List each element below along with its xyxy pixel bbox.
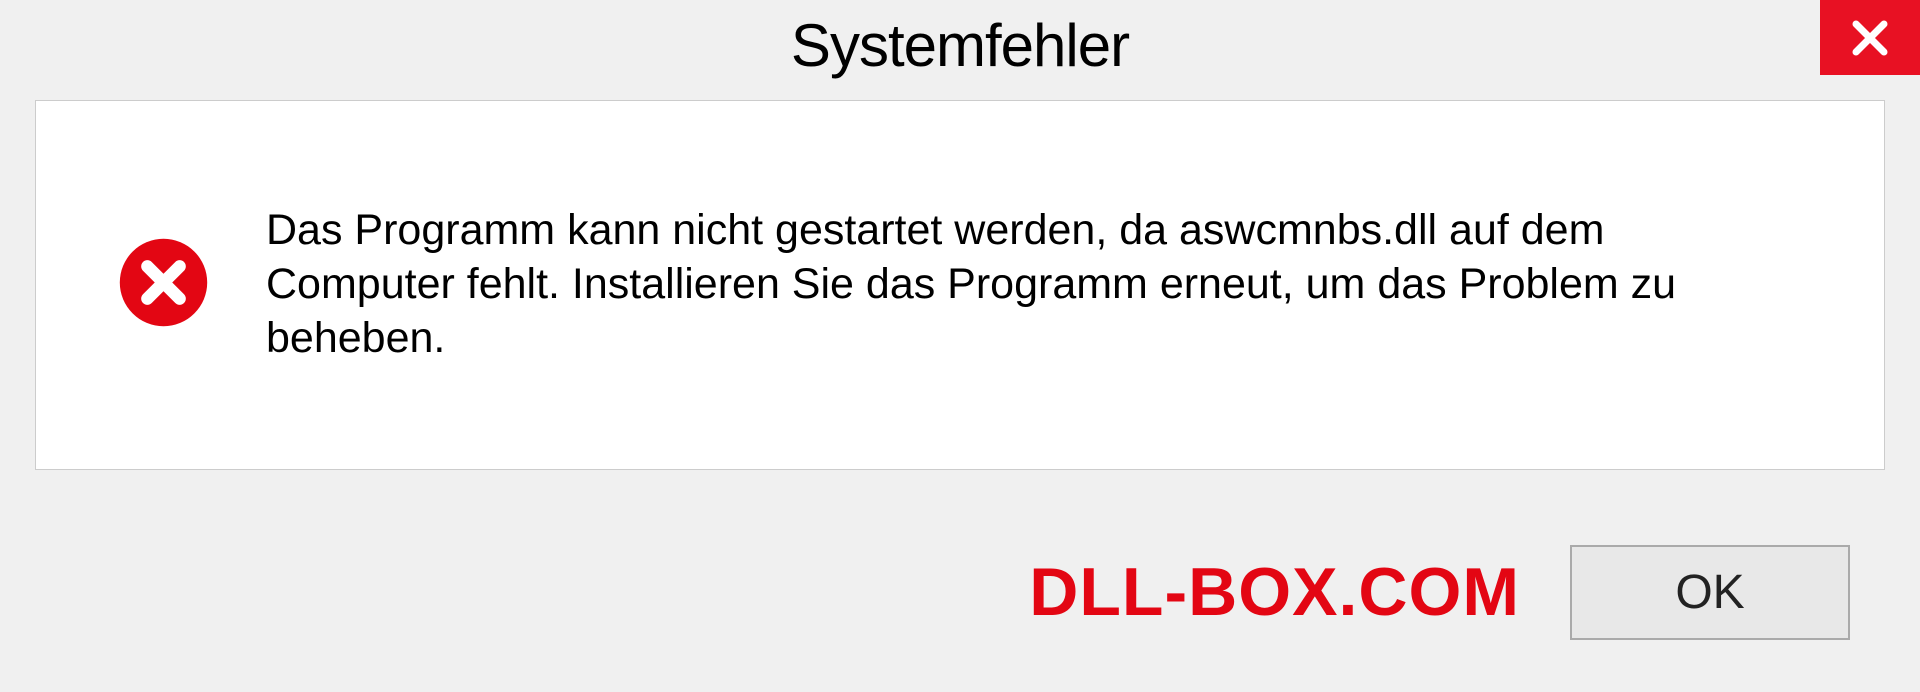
titlebar: Systemfehler — [0, 0, 1920, 90]
close-button[interactable] — [1820, 0, 1920, 75]
error-message: Das Programm kann nicht gestartet werden… — [266, 204, 1834, 365]
error-dialog: Systemfehler Das Programm kann nicht ges… — [0, 0, 1920, 692]
dialog-footer: DLL-BOX.COM OK — [0, 492, 1920, 692]
close-icon — [1849, 17, 1891, 59]
ok-button[interactable]: OK — [1570, 545, 1850, 640]
error-icon — [116, 235, 211, 335]
watermark-text: DLL-BOX.COM — [1029, 553, 1520, 631]
dialog-title: Systemfehler — [791, 11, 1129, 80]
content-panel: Das Programm kann nicht gestartet werden… — [35, 100, 1885, 470]
